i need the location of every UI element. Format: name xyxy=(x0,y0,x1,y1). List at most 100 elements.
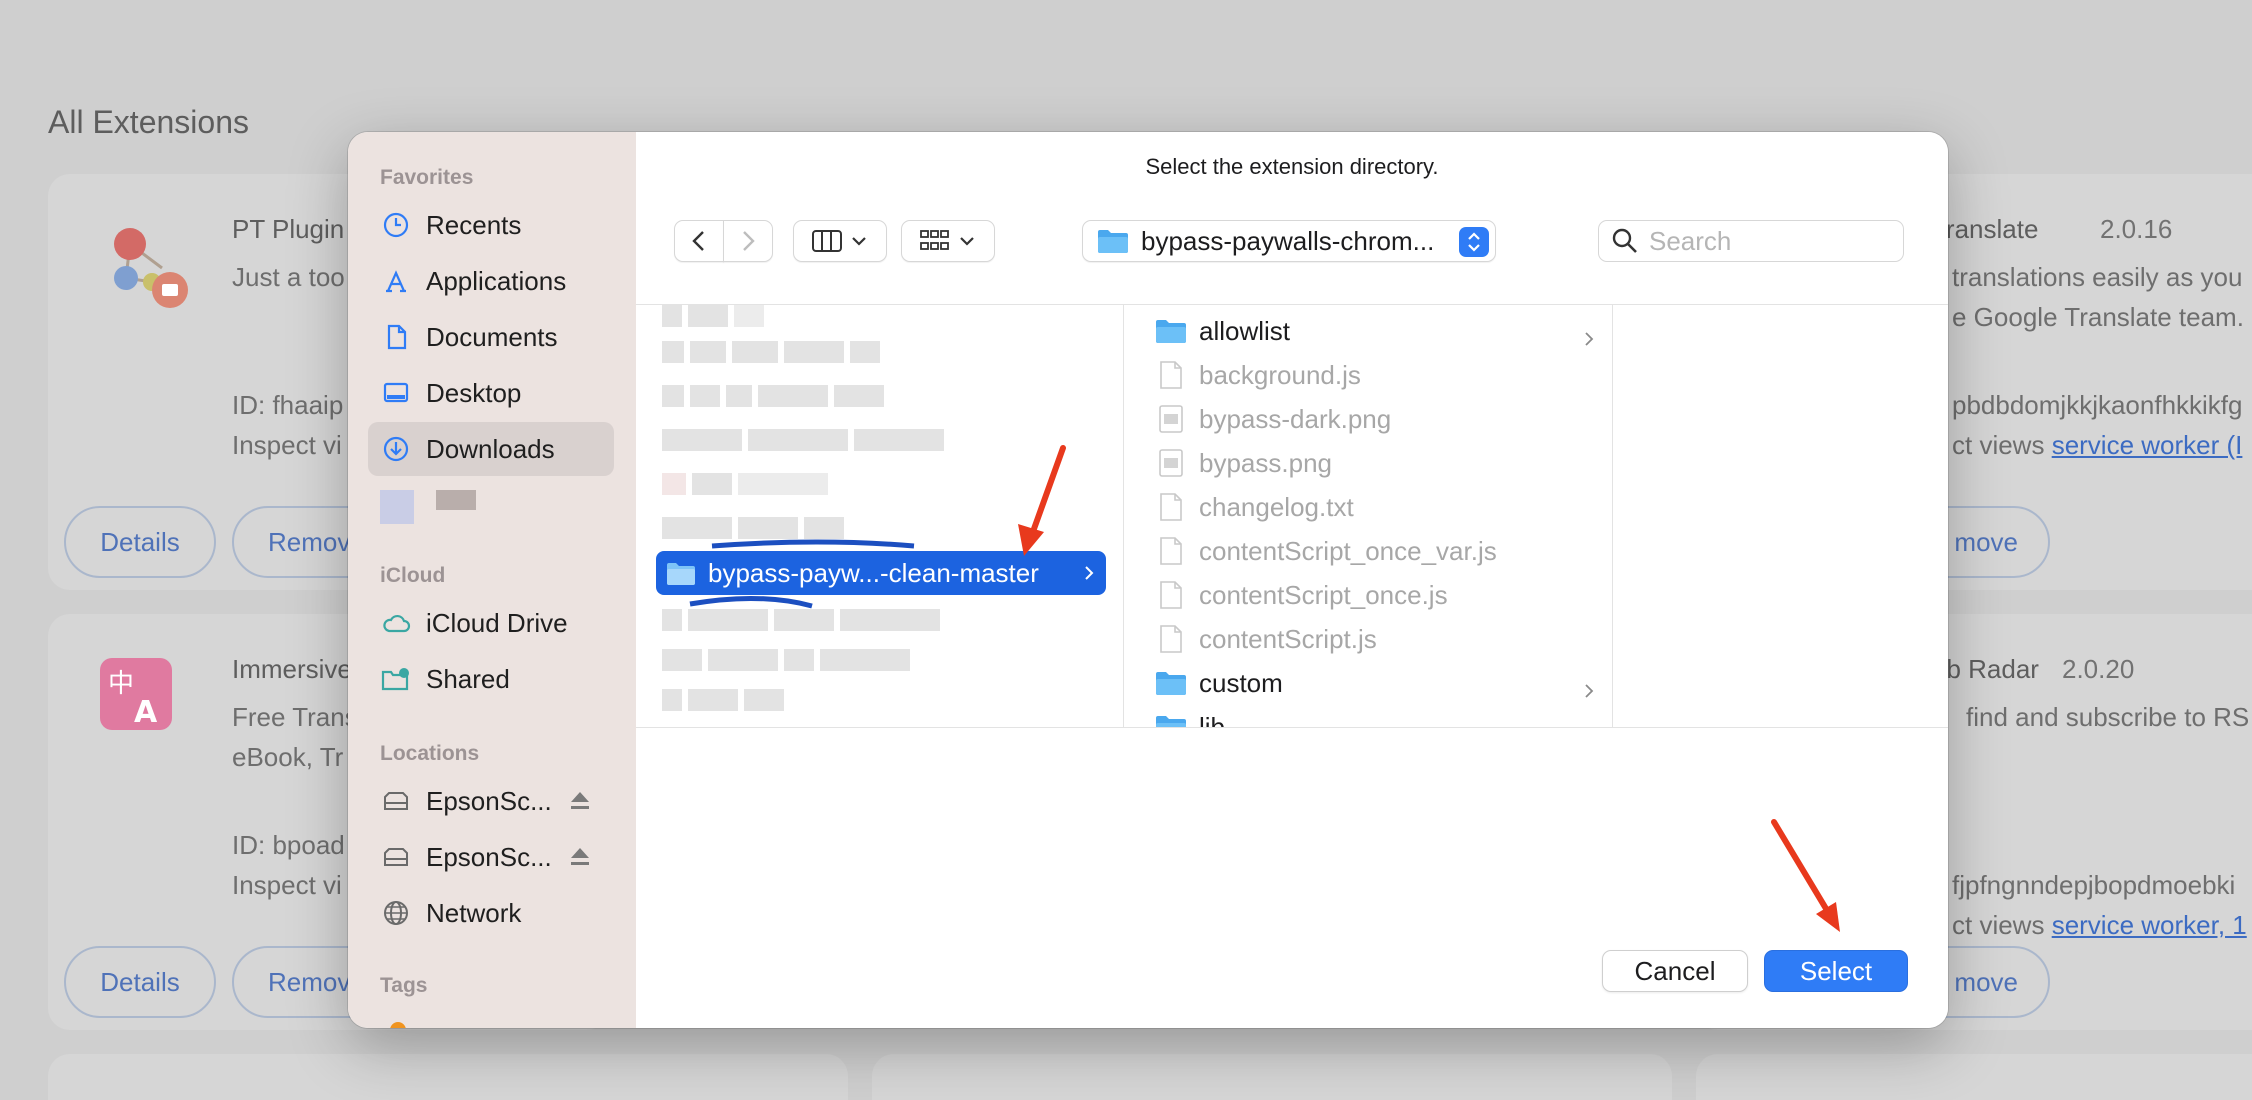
folder-icon xyxy=(667,563,695,585)
file-row[interactable]: background.js xyxy=(1155,353,1595,397)
finder-sidebar: Favorites Recents Applications Documents… xyxy=(348,132,636,1028)
folder-icon xyxy=(1155,315,1187,347)
file-row[interactable]: contentScript_once.js xyxy=(1155,573,1595,617)
file-row[interactable]: bypass-dark.png xyxy=(1155,397,1595,441)
details-button[interactable]: Details xyxy=(64,946,216,1018)
eject-icon[interactable] xyxy=(568,844,592,868)
orange-tag-icon[interactable] xyxy=(390,1022,406,1028)
extension-description-line2: eBook, Tr xyxy=(232,742,344,772)
selected-folder-label: bypass-payw...-clean-master xyxy=(708,557,1039,588)
search-field[interactable] xyxy=(1598,220,1904,262)
extension-inspect: Inspect vi xyxy=(232,870,342,900)
file-row[interactable]: bypass.png xyxy=(1155,441,1595,485)
globe-icon xyxy=(380,897,412,929)
blurred-row xyxy=(662,473,834,495)
details-button[interactable]: Details xyxy=(64,506,216,578)
extension-inspect: ct views service worker, 1 xyxy=(1952,910,2247,941)
sidebar-item-applications[interactable]: Applications xyxy=(368,254,614,308)
pt-plugin-icon xyxy=(114,228,188,308)
file-name: contentScript_once_var.js xyxy=(1199,535,1497,566)
extension-description: Free Trans xyxy=(232,702,358,732)
drive-icon xyxy=(380,841,412,873)
chevron-down-icon xyxy=(852,237,866,246)
svg-text:A: A xyxy=(134,695,158,730)
blurred-row xyxy=(662,649,916,671)
sidebar-item-downloads[interactable]: Downloads xyxy=(368,422,614,476)
folder-row[interactable]: allowlist xyxy=(1155,309,1595,353)
file-name: allowlist xyxy=(1199,315,1291,346)
sidebar-item-network[interactable]: Network xyxy=(368,886,614,940)
chevron-right-icon xyxy=(1583,719,1595,727)
extension-description: Just a too xyxy=(232,262,345,292)
applications-icon xyxy=(380,265,412,297)
folder-icon xyxy=(1155,711,1187,727)
selected-folder-row[interactable]: bypass-payw...-clean-master xyxy=(656,551,1106,595)
inspect-prefix: ct views xyxy=(1952,430,2052,460)
group-by-button[interactable] xyxy=(901,220,995,262)
sidebar-item-desktop[interactable]: Desktop xyxy=(368,366,614,420)
chevron-right-icon xyxy=(1583,675,1595,706)
sidebar-item-label: Applications xyxy=(426,265,567,296)
sidebar-item-label: Downloads xyxy=(426,433,555,464)
extension-card-partial xyxy=(872,1054,1672,1100)
sidebar-item-recents[interactable]: Recents xyxy=(368,198,614,252)
document-file-icon xyxy=(1155,623,1187,655)
sidebar-item-label: Documents xyxy=(426,321,558,352)
search-icon xyxy=(1612,228,1637,253)
sidebar-item-epson-drive[interactable]: EpsonSc... xyxy=(368,830,614,884)
sidebar-item-icloud-drive[interactable]: iCloud Drive xyxy=(368,596,614,650)
extension-inspect: Inspect vi xyxy=(232,430,342,460)
tags-header: Tags xyxy=(380,974,428,997)
open-panel-dialog: Favorites Recents Applications Documents… xyxy=(348,132,1948,1028)
blurred-row xyxy=(662,305,770,327)
file-row[interactable]: changelog.txt xyxy=(1155,485,1595,529)
file-name: custom xyxy=(1199,667,1283,698)
blurred-row xyxy=(662,385,890,407)
extension-name: Immersive xyxy=(232,654,352,684)
sidebar-item-label: EpsonSc... xyxy=(426,785,552,816)
inspect-prefix: ct views xyxy=(1952,910,2052,940)
cloud-icon xyxy=(380,607,412,639)
file-name: bypass.png xyxy=(1199,447,1332,478)
clock-icon xyxy=(380,209,412,241)
eject-icon[interactable] xyxy=(568,788,592,812)
extension-description: find and subscribe to RS xyxy=(1966,702,2250,732)
image-file-icon xyxy=(1155,403,1187,435)
forward-button[interactable] xyxy=(723,220,773,262)
file-row[interactable]: contentScript_once_var.js xyxy=(1155,529,1595,573)
translate-icon: 中 A xyxy=(100,658,172,730)
extension-id: ID: bpoad xyxy=(232,830,345,860)
sidebar-item-documents[interactable]: Documents xyxy=(368,310,614,364)
document-file-icon xyxy=(1155,579,1187,611)
drive-icon xyxy=(380,785,412,817)
extension-id: fjpfngnndepjbopdmoebki xyxy=(1952,870,2236,900)
folder-row[interactable]: lib xyxy=(1155,705,1595,727)
popup-stepper-icon xyxy=(1459,227,1489,257)
view-mode-button[interactable] xyxy=(793,220,887,262)
service-worker-link[interactable]: service worker, 1 xyxy=(2052,910,2247,940)
file-row[interactable]: contentScript.js xyxy=(1155,617,1595,661)
extension-version: 2.0.20 xyxy=(2062,654,2135,684)
document-file-icon xyxy=(1155,359,1187,391)
svg-text:中: 中 xyxy=(108,669,134,699)
extension-id: ID: fhaaip xyxy=(232,390,344,420)
back-button[interactable] xyxy=(674,220,724,262)
sidebar-item-label: Desktop xyxy=(426,377,522,408)
file-browser-main: Select the extension directory. bypass-p… xyxy=(636,132,1948,1028)
search-input[interactable] xyxy=(1649,225,1879,257)
sidebar-item-epson-drive[interactable]: EpsonSc... xyxy=(368,774,614,828)
cancel-button[interactable]: Cancel xyxy=(1602,950,1748,992)
sidebar-item-label: Network xyxy=(426,897,522,928)
folder-row[interactable]: custom xyxy=(1155,661,1595,705)
service-worker-link[interactable]: service worker (I xyxy=(2052,430,2243,460)
column-parent: bypass-payw...-clean-master xyxy=(636,305,1124,727)
folder-icon xyxy=(1098,230,1128,253)
extension-name: ub Radar xyxy=(1932,654,2039,684)
extension-version: 2.0.16 xyxy=(2100,214,2173,244)
path-popup-button[interactable]: bypass-paywalls-chrom... xyxy=(1082,220,1496,262)
file-name: background.js xyxy=(1199,359,1361,390)
select-button[interactable]: Select xyxy=(1764,950,1908,992)
chevron-down-icon xyxy=(960,237,974,246)
sidebar-item-shared[interactable]: Shared xyxy=(368,652,614,706)
column-contents: allowlist background.js bypass-dark.png byp… xyxy=(1125,305,1613,727)
